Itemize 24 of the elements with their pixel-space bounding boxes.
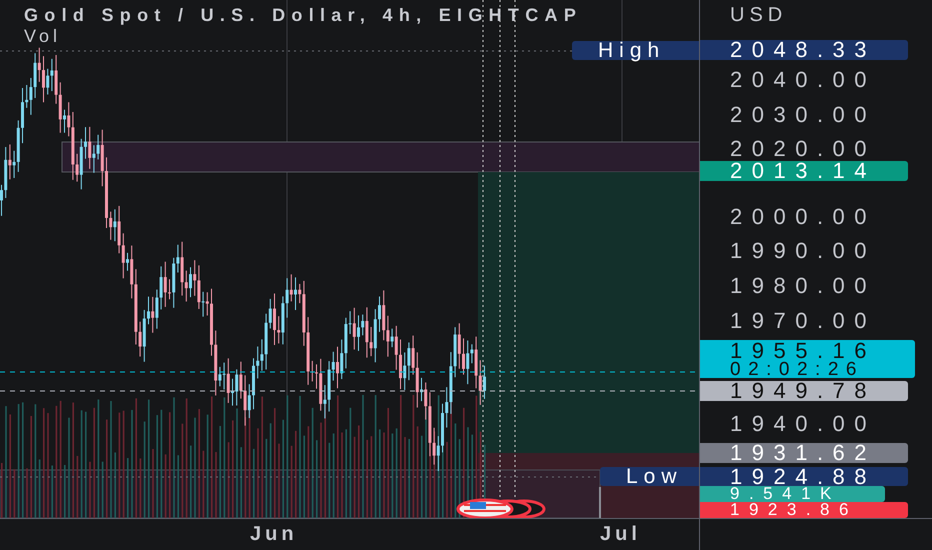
price-label: 1949.78 bbox=[700, 381, 908, 401]
volume-indicator-label: Vol bbox=[24, 26, 62, 46]
price-tick: 1970.00 bbox=[730, 310, 876, 332]
price-label: 1923.86 bbox=[700, 502, 908, 518]
price-label: 9.541K bbox=[700, 486, 885, 502]
price-tick: 1990.00 bbox=[730, 240, 876, 262]
high-tag: High bbox=[572, 41, 699, 60]
price-tick: 2000.00 bbox=[730, 206, 876, 228]
price-tick: 2040.00 bbox=[730, 69, 876, 91]
time-tick: Jun bbox=[250, 523, 298, 546]
price-tick: 2030.00 bbox=[730, 104, 876, 126]
price-tick: 1980.00 bbox=[730, 275, 876, 297]
price-label: 1955.16 02:02:26 bbox=[700, 340, 915, 378]
symbol-title: Gold Spot / U.S. Dollar, 4h, EIGHTCAP bbox=[24, 4, 582, 26]
price-tick: 2020.00 bbox=[730, 138, 876, 160]
price-tick: 1940.00 bbox=[730, 413, 876, 435]
price-label: 1931.62 bbox=[700, 443, 908, 463]
currency-label: USD bbox=[730, 4, 788, 27]
price-label: 1924.88 bbox=[700, 467, 908, 486]
us-flag-event-icon[interactable] bbox=[456, 498, 546, 518]
time-tick: Jul bbox=[600, 523, 641, 546]
price-label: 2048.33 bbox=[700, 40, 908, 60]
price-label: 2013.14 bbox=[700, 161, 908, 181]
low-tag: Low bbox=[600, 467, 699, 486]
